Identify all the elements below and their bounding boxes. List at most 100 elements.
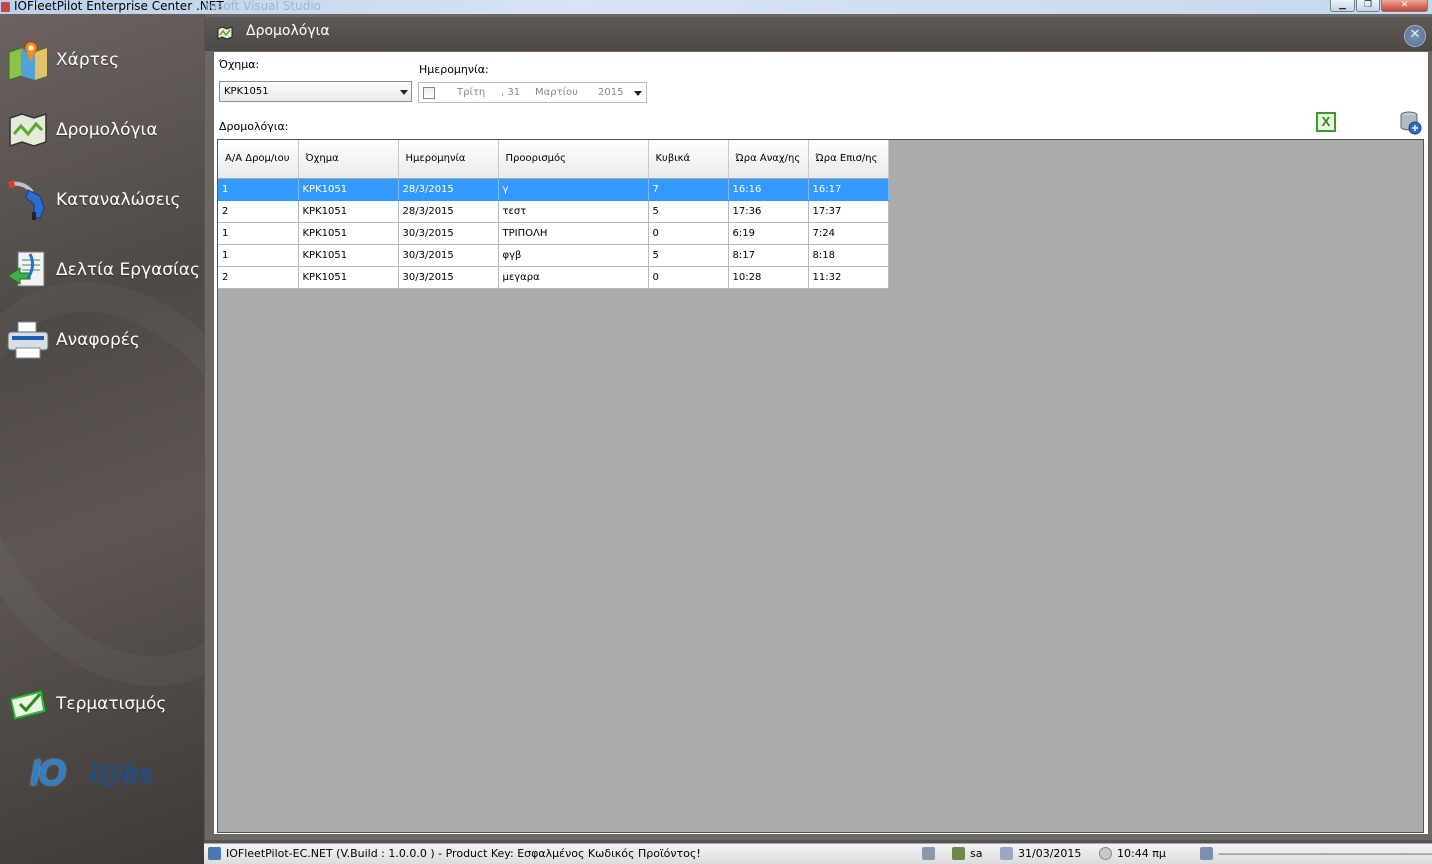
route-icon xyxy=(217,26,233,40)
sidebar-decoration xyxy=(0,226,204,742)
cell-arrival-time: 11:32 xyxy=(808,266,889,289)
background-window-title: rosoft Visual Studio xyxy=(205,0,321,13)
status-dashes: ----------------------------------------… xyxy=(1218,847,1432,860)
exit-button[interactable]: Τερματισμός xyxy=(6,682,198,726)
sidebar-item-reports[interactable]: Αναφορές xyxy=(6,318,198,362)
map-icon xyxy=(6,38,50,82)
sidebar-item-routes[interactable]: Δρομολόγια xyxy=(6,108,198,152)
cell-departure-time: 10:28 xyxy=(728,266,809,289)
cell-cubic: 5 xyxy=(648,244,729,267)
cell-date: 28/3/2015 xyxy=(398,200,499,223)
cell-departure-time: 8:17 xyxy=(728,244,809,267)
route-icon xyxy=(6,108,50,152)
chevron-down-icon[interactable] xyxy=(634,91,642,96)
cell-destination: γ xyxy=(498,178,649,201)
status-app-info: IOFleetPilot-EC.NET (V.Build : 1.0.0.0 )… xyxy=(208,847,701,860)
sidebar-item-label: Δελτία Εργασίας xyxy=(56,260,200,280)
window-titlebar: IOFleetPilot Enterprise Center .NET roso… xyxy=(0,0,1432,14)
window-title: IOFleetPilot Enterprise Center .NET xyxy=(14,0,224,13)
status-network xyxy=(922,847,940,860)
cell-route-no: 1 xyxy=(218,244,299,267)
routes-table: Α/Α Δρομ/ιου Όχημα Ημερομηνία Προορισμός… xyxy=(218,140,889,289)
cell-vehicle: KPK1051 xyxy=(298,222,399,245)
column-header-departure-time[interactable]: Ώρα Αναχ/ης xyxy=(728,140,809,179)
sidebar-item-worksheets[interactable]: Δελτία Εργασίας xyxy=(6,248,200,292)
vehicle-select-value: KPK1051 xyxy=(224,86,269,97)
database-icon[interactable] xyxy=(1400,111,1422,135)
status-time: 10:44 πμ xyxy=(1099,847,1166,860)
table-header-row: Α/Α Δρομ/ιου Όχημα Ημερομηνία Προορισμός… xyxy=(218,140,889,179)
cell-route-no: 1 xyxy=(218,178,299,201)
status-app-info-text: IOFleetPilot-EC.NET (V.Build : 1.0.0.0 )… xyxy=(226,847,701,860)
table-row[interactable]: 1 KPK1051 28/3/2015 γ 7 16:16 16:17 xyxy=(218,178,889,201)
status-user-text: sa xyxy=(970,847,983,860)
status-bar: IOFleetPilot-EC.NET (V.Build : 1.0.0.0 )… xyxy=(204,843,1432,864)
cell-destination: μεγαρα xyxy=(498,266,649,289)
status-shield xyxy=(1200,847,1218,860)
work-sheet-icon xyxy=(6,248,50,292)
column-header-route-no[interactable]: Α/Α Δρομ/ιου xyxy=(218,140,299,179)
panel-close-button[interactable]: ✕ xyxy=(1404,25,1426,47)
cell-date: 28/3/2015 xyxy=(398,178,499,201)
cell-date: 30/3/2015 xyxy=(398,266,499,289)
cell-route-no: 2 xyxy=(218,266,299,289)
minimize-button[interactable]: ▁ xyxy=(1330,0,1355,12)
cell-cubic: 0 xyxy=(648,222,729,245)
column-header-cubic[interactable]: Κυβικά xyxy=(648,140,729,179)
routes-grid[interactable]: Α/Α Δρομ/ιου Όχημα Ημερομηνία Προορισμός… xyxy=(217,139,1424,833)
table-row[interactable]: 1 KPK1051 30/3/2015 φγβ 5 8:17 8:18 xyxy=(218,244,889,267)
network-icon xyxy=(922,847,935,860)
cell-departure-time: 17:36 xyxy=(728,200,809,223)
cell-arrival-time: 7:24 xyxy=(808,222,889,245)
date-month: Μαρτίου xyxy=(535,87,578,98)
cell-date: 30/3/2015 xyxy=(398,244,499,267)
cell-cubic: 0 xyxy=(648,266,729,289)
sidebar-item-consumption[interactable]: Καταναλώσεις xyxy=(6,178,198,222)
table-row[interactable]: 2 KPK1051 30/3/2015 μεγαρα 0 10:28 11:32 xyxy=(218,266,889,289)
iolabs-logo: IO l@bs xyxy=(30,752,170,796)
sidebar-item-maps[interactable]: Χάρτες xyxy=(6,38,198,82)
cell-vehicle: KPK1051 xyxy=(298,244,399,267)
cell-cubic: 5 xyxy=(648,200,729,223)
date-enable-checkbox[interactable] xyxy=(423,87,435,99)
exit-icon xyxy=(6,682,50,726)
panel-header: Δρομολόγια ✕ xyxy=(205,17,1432,51)
status-date-text: 31/03/2015 xyxy=(1018,847,1082,860)
printer-icon xyxy=(6,318,50,362)
content-area: Όχημα: KPK1051 Ημερομηνία: Τρίτη , 31 Μα… xyxy=(214,52,1428,834)
date-day: , 31 xyxy=(501,87,521,98)
cell-route-no: 1 xyxy=(218,222,299,245)
app-status-icon xyxy=(208,847,221,860)
cell-cubic: 7 xyxy=(648,178,729,201)
clock-icon xyxy=(1099,847,1112,860)
status-time-text: 10:44 πμ xyxy=(1117,847,1166,860)
chevron-down-icon xyxy=(400,90,408,95)
date-weekday: Τρίτη xyxy=(457,87,486,98)
column-header-destination[interactable]: Προορισμός xyxy=(498,140,649,179)
column-header-date[interactable]: Ημερομηνία xyxy=(398,140,499,179)
date-year: 2015 xyxy=(598,87,624,98)
table-row[interactable]: 2 KPK1051 28/3/2015 τεστ 5 17:36 17:37 xyxy=(218,200,889,223)
column-header-vehicle[interactable]: Όχημα xyxy=(298,140,399,179)
column-header-arrival-time[interactable]: Ώρα Επισ/ης xyxy=(808,140,889,179)
date-label: Ημερομηνία: xyxy=(419,63,489,76)
vehicle-label: Όχημα: xyxy=(219,58,260,71)
cell-route-no: 2 xyxy=(218,200,299,223)
table-row[interactable]: 1 KPK1051 30/3/2015 ΤΡΙΠΟΛΗ 0 6:19 7:24 xyxy=(218,222,889,245)
users-icon xyxy=(952,847,965,860)
cell-destination: τεστ xyxy=(498,200,649,223)
sidebar-item-label: Χάρτες xyxy=(56,50,120,70)
routes-label: Δρομολόγια: xyxy=(219,120,289,133)
cell-date: 30/3/2015 xyxy=(398,222,499,245)
export-excel-button[interactable]: X xyxy=(1316,112,1336,132)
calendar-icon xyxy=(1000,847,1013,860)
cell-arrival-time: 16:17 xyxy=(808,178,889,201)
close-window-button[interactable]: ✕ xyxy=(1381,0,1428,12)
sidebar-item-label: Δρομολόγια xyxy=(56,120,158,140)
cell-destination: φγβ xyxy=(498,244,649,267)
panel-title: Δρομολόγια xyxy=(246,23,330,39)
date-picker[interactable]: Τρίτη , 31 Μαρτίου 2015 xyxy=(418,82,647,103)
vehicle-select[interactable]: KPK1051 xyxy=(219,81,412,102)
maximize-button[interactable]: ❐ xyxy=(1356,0,1380,12)
logo-io: IO xyxy=(30,752,66,793)
